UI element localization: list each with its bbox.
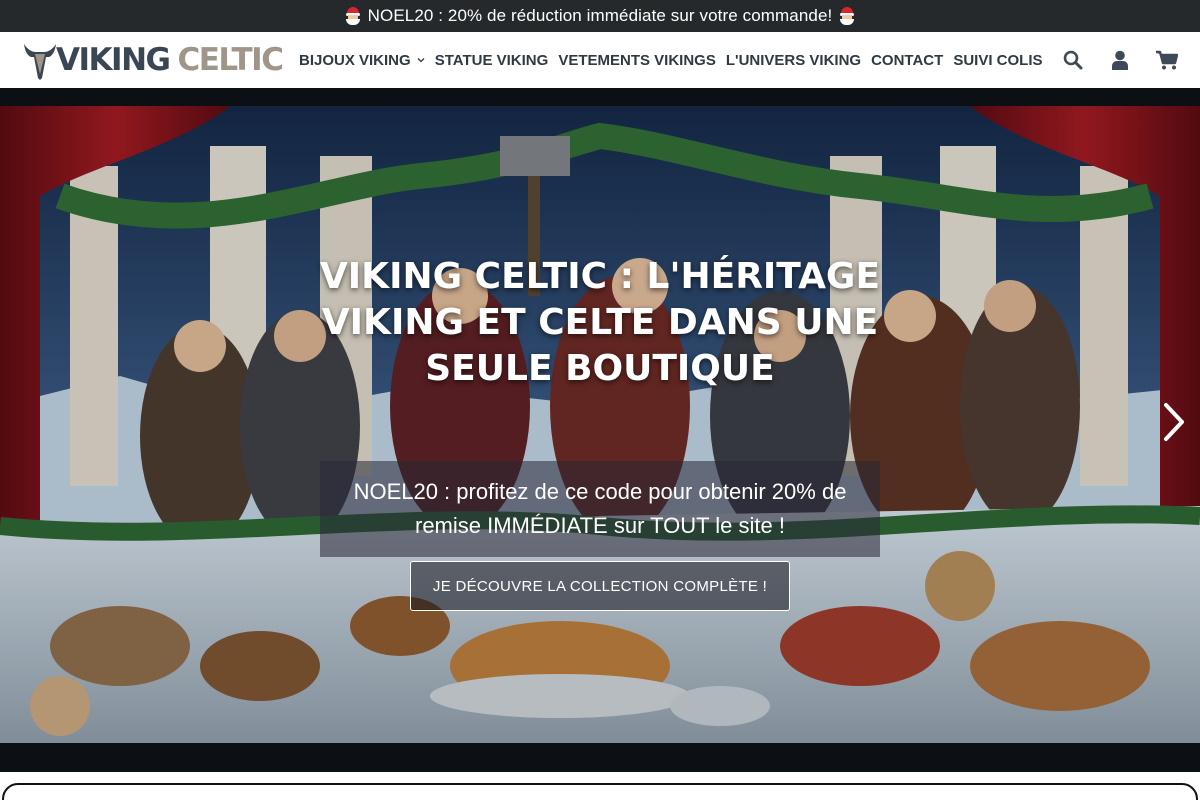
chevron-down-icon: [417, 58, 425, 63]
santa-icon: [344, 7, 362, 25]
nav-item-label: VETEMENTS VIKINGS: [558, 51, 716, 69]
viking-helmet-icon: [24, 44, 56, 80]
account-icon[interactable]: [1109, 49, 1131, 71]
nav-item-label: SUIVI COLIS: [953, 51, 1043, 69]
header-icons: [1037, 32, 1178, 88]
nav-item-vetements-vikings[interactable]: VETEMENTS VIKINGS: [558, 52, 716, 69]
logo-word-celtic: CELTIC: [177, 42, 283, 78]
santa-icon: [838, 7, 856, 25]
search-icon[interactable]: [1062, 49, 1084, 71]
hero-title: VIKING CELTIC : L'HÉRITAGE VIKING ET CEL…: [319, 256, 881, 389]
chevron-right-icon: [1164, 403, 1184, 441]
nav-item-label: BIJOUX VIKING: [299, 51, 411, 69]
cart-icon[interactable]: [1156, 49, 1178, 71]
nav-item-label: L'UNIVERS VIKING: [725, 51, 862, 69]
nav-item-statue-viking[interactable]: STATUE VIKING: [435, 52, 549, 69]
nav-item-contact[interactable]: CONTACT: [871, 52, 943, 69]
hero-subtitle: NOEL20 : profitez de ce code pour obteni…: [320, 461, 880, 557]
site-logo[interactable]: VIKING CELTIC: [22, 40, 284, 80]
nav-item-label: STATUE VIKING: [434, 51, 549, 69]
site-header: VIKING CELTIC BIJOUX VIKING STATUE VIKIN…: [0, 32, 1200, 88]
nav-item-label: CONTACT: [871, 51, 944, 69]
announcement-text: NOEL20 : 20% de réduction immédiate sur …: [367, 6, 833, 25]
nav-item-suivi-colis[interactable]: SUIVI COLIS: [953, 52, 1042, 69]
nav-item-bijoux-viking[interactable]: BIJOUX VIKING: [299, 52, 425, 69]
nav-item-univers-viking[interactable]: L'UNIVERS VIKING: [726, 52, 861, 69]
slider-next-button[interactable]: [1158, 400, 1190, 444]
discover-collection-button[interactable]: JE DÉCOUVRE LA COLLECTION COMPLÈTE !: [410, 561, 790, 611]
hero-overlay: [0, 106, 1200, 743]
logo-word-viking: VIKING: [56, 42, 171, 78]
main-nav: BIJOUX VIKING STATUE VIKING VETEMENTS VI…: [299, 32, 1053, 88]
announcement-bar: NOEL20 : 20% de réduction immédiate sur …: [0, 0, 1200, 32]
content-section-edge: [2, 783, 1198, 800]
hero-slideshow: VIKING CELTIC : L'HÉRITAGE VIKING ET CEL…: [0, 88, 1200, 772]
